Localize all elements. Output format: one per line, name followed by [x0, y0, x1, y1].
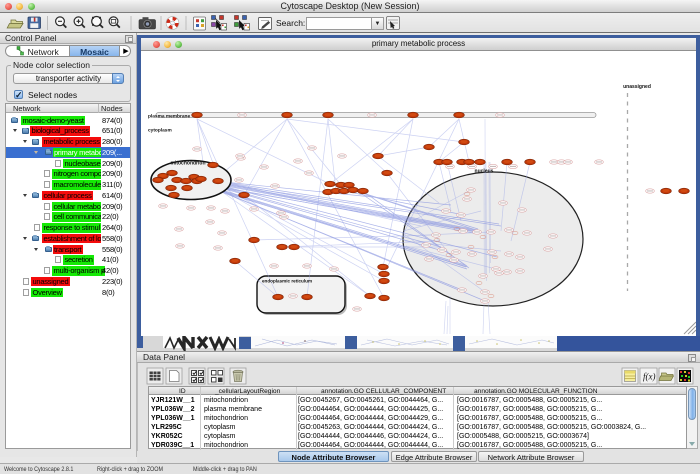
svg-text:mitochondrion: mitochondrion: [171, 161, 206, 167]
svg-text:plasma membrane: plasma membrane: [148, 114, 190, 120]
svg-text:cytoplasm: cytoplasm: [148, 128, 172, 134]
svg-text:nucleus: nucleus: [475, 169, 494, 175]
svg-text:unassigned: unassigned: [623, 84, 651, 90]
svg-text:endoplasmic reticulum: endoplasmic reticulum: [262, 279, 312, 284]
svg-text:f(x): f(x): [643, 372, 656, 382]
